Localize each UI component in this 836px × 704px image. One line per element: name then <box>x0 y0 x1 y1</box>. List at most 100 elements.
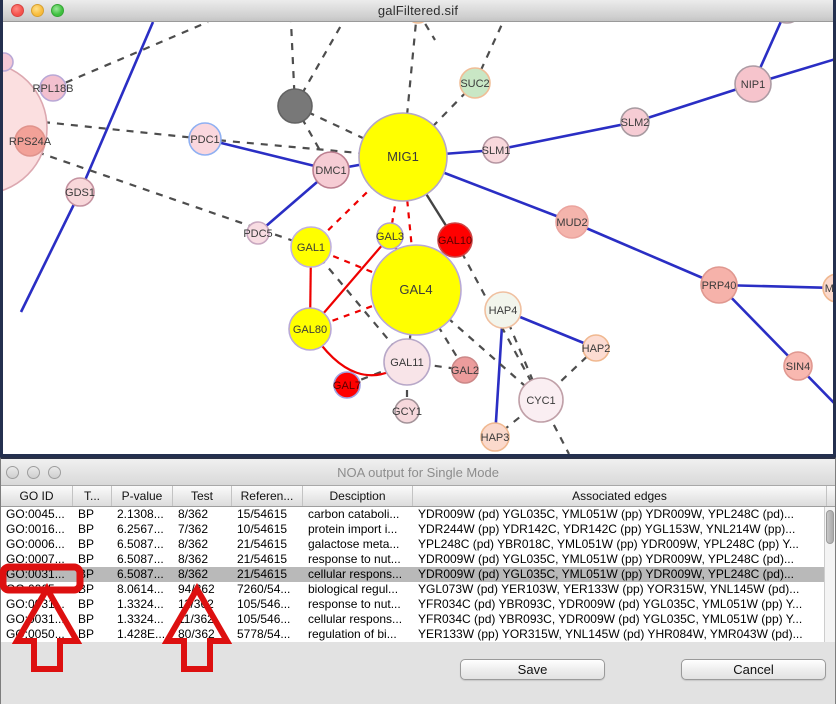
cell-edges: YGL073W (pd) YER103W, YER133W (pp) YOR31… <box>413 582 827 597</box>
cell-p_value: 1.3324... <box>112 597 173 612</box>
node-label-HAP2: HAP2 <box>582 343 611 355</box>
cell-type: BP <box>73 582 112 597</box>
network-graph: RPL18BRPS24AGDS1PDC1DMC1MIG1SUC2SLM1SLM2… <box>3 22 833 454</box>
cell-reference: 10/54615 <box>232 522 303 537</box>
node-label-GAL10: GAL10 <box>438 235 472 247</box>
zoom-button[interactable] <box>51 4 64 17</box>
column-header-description[interactable]: Desciption <box>303 486 413 506</box>
cell-reference: 21/54615 <box>232 552 303 567</box>
cell-p_value: 6.5087... <box>112 552 173 567</box>
cell-edges: YDR009W (pd) YGL035C, YML051W (pp) YDR00… <box>413 567 827 582</box>
cell-description: response to nut... <box>303 552 413 567</box>
cell-edges: YER133W (pp) YOR315W, YNL145W (pd) YHR08… <box>413 627 827 642</box>
table-row[interactable]: GO:0031...BP1.3324...11/362105/546...res… <box>1 597 835 612</box>
edge-blue[interactable] <box>205 139 331 170</box>
cell-go_id: GO:0016... <box>1 522 73 537</box>
cell-edges: YDR009W (pd) YGL035C, YML051W (pp) YDR00… <box>413 552 827 567</box>
node-greenTop[interactable] <box>407 22 429 23</box>
cell-p_value: 8.0614... <box>112 582 173 597</box>
cell-type: BP <box>73 567 112 582</box>
cell-test: 11/362 <box>173 612 232 627</box>
cell-type: BP <box>73 507 112 522</box>
node-label-PRP40: PRP40 <box>702 280 737 292</box>
node-label-RPL18B: RPL18B <box>33 83 74 95</box>
cell-description: biological regul... <box>303 582 413 597</box>
edge-dash[interactable] <box>418 22 435 40</box>
cell-p_value: 1.428E... <box>112 627 173 642</box>
cell-reference: 7260/54... <box>232 582 303 597</box>
cell-description: cellular respons... <box>303 567 413 582</box>
network-window-titlebar[interactable]: galFiltered.sif <box>3 0 833 22</box>
cell-test: 7/362 <box>173 522 232 537</box>
cell-reference: 105/546... <box>232 597 303 612</box>
node-pinkTop[interactable] <box>772 22 802 23</box>
table-row[interactable]: GO:0065...BP8.0614...94/3627260/54...bio… <box>1 582 835 597</box>
node-label-GAL1: GAL1 <box>297 242 325 254</box>
cell-type: BP <box>73 627 112 642</box>
cell-p_value: 6.5087... <box>112 537 173 552</box>
scrollbar-thumb[interactable] <box>826 510 834 544</box>
cell-go_id: GO:0050... <box>1 627 73 642</box>
node-label-CYC1: CYC1 <box>526 395 555 407</box>
cell-description: protein import i... <box>303 522 413 537</box>
network-canvas[interactable]: RPL18BRPS24AGDS1PDC1DMC1MIG1SUC2SLM1SLM2… <box>3 22 833 454</box>
column-header-go_id[interactable]: GO ID <box>1 486 73 506</box>
cell-reference: 5778/54... <box>232 627 303 642</box>
node-label-SIN4: SIN4 <box>786 361 810 373</box>
cell-type: BP <box>73 597 112 612</box>
table-row[interactable]: GO:0045...BP2.1308...8/36215/54615carbon… <box>1 507 835 522</box>
node-tinyTL[interactable] <box>3 53 13 71</box>
cell-description: carbon cataboli... <box>303 507 413 522</box>
node-label-GAL80: GAL80 <box>293 324 327 336</box>
column-header-reference[interactable]: Referen... <box>232 486 303 506</box>
node-label-GDS1: GDS1 <box>65 187 95 199</box>
save-button[interactable]: Save <box>460 659 605 680</box>
minimize-button[interactable] <box>27 466 40 479</box>
cell-p_value: 6.2567... <box>112 522 173 537</box>
column-header-test[interactable]: Test <box>173 486 232 506</box>
dialog-button-row: Save Cancel <box>1 659 835 683</box>
edge-blue[interactable] <box>80 22 153 192</box>
node-label-PDC1: PDC1 <box>190 134 219 146</box>
close-button[interactable] <box>11 4 24 17</box>
node-label-SUC2: SUC2 <box>460 78 489 90</box>
cell-go_id: GO:0031... <box>1 597 73 612</box>
column-header-p_value[interactable]: P-value <box>112 486 173 506</box>
table-row[interactable]: GO:0016...BP6.2567...7/36210/54615protei… <box>1 522 835 537</box>
edge-dash[interactable] <box>43 122 205 139</box>
edge-dash[interactable] <box>53 22 208 88</box>
node-grayNode[interactable] <box>278 89 312 123</box>
cell-test: 8/362 <box>173 507 232 522</box>
table-row[interactable]: GO:0050...BP1.428E...80/3625778/54...reg… <box>1 627 835 642</box>
cell-test: 8/362 <box>173 537 232 552</box>
close-button[interactable] <box>6 466 19 479</box>
node-label-GAL11: GAL11 <box>390 357 423 369</box>
table-row[interactable]: GO:0006...BP6.5087...8/36221/54615galact… <box>1 537 835 552</box>
zoom-button[interactable] <box>48 466 61 479</box>
edge-blue[interactable] <box>21 192 80 312</box>
cancel-button[interactable]: Cancel <box>681 659 826 680</box>
edge-blue[interactable] <box>572 222 719 285</box>
cell-type: BP <box>73 537 112 552</box>
noa-window-titlebar[interactable]: NOA output for Single Mode <box>1 459 835 486</box>
vertical-scrollbar[interactable] <box>824 507 835 642</box>
cell-p_value: 2.1308... <box>112 507 173 522</box>
table-row[interactable]: GO:0031...BP1.3324...11/362105/546...cel… <box>1 612 835 627</box>
minimize-button[interactable] <box>31 4 44 17</box>
column-header-type[interactable]: T... <box>73 486 112 506</box>
cell-edges: YDR009W (pd) YGL035C, YML051W (pp) YDR00… <box>413 507 827 522</box>
column-header-edges[interactable]: Associated edges <box>413 486 827 506</box>
cell-test: 8/362 <box>173 567 232 582</box>
cell-description: galactose meta... <box>303 537 413 552</box>
node-label-HAP4: HAP4 <box>489 305 518 317</box>
cell-edges: YPL248C (pd) YBR018C, YML051W (pp) YDR00… <box>413 537 827 552</box>
table-body: GO:0045...BP2.1308...8/36215/54615carbon… <box>1 507 835 642</box>
cell-p_value: 6.5087... <box>112 567 173 582</box>
cell-test: 8/362 <box>173 552 232 567</box>
table-row[interactable]: GO:0031...BP6.5087...8/36221/54615cellul… <box>1 567 835 582</box>
cell-description: cellular respons... <box>303 612 413 627</box>
table-row[interactable]: GO:0007...BP6.5087...8/36221/54615respon… <box>1 552 835 567</box>
window-controls <box>11 4 64 17</box>
node-label-SLM1: SLM1 <box>482 145 511 157</box>
edge-blue[interactable] <box>496 122 635 150</box>
